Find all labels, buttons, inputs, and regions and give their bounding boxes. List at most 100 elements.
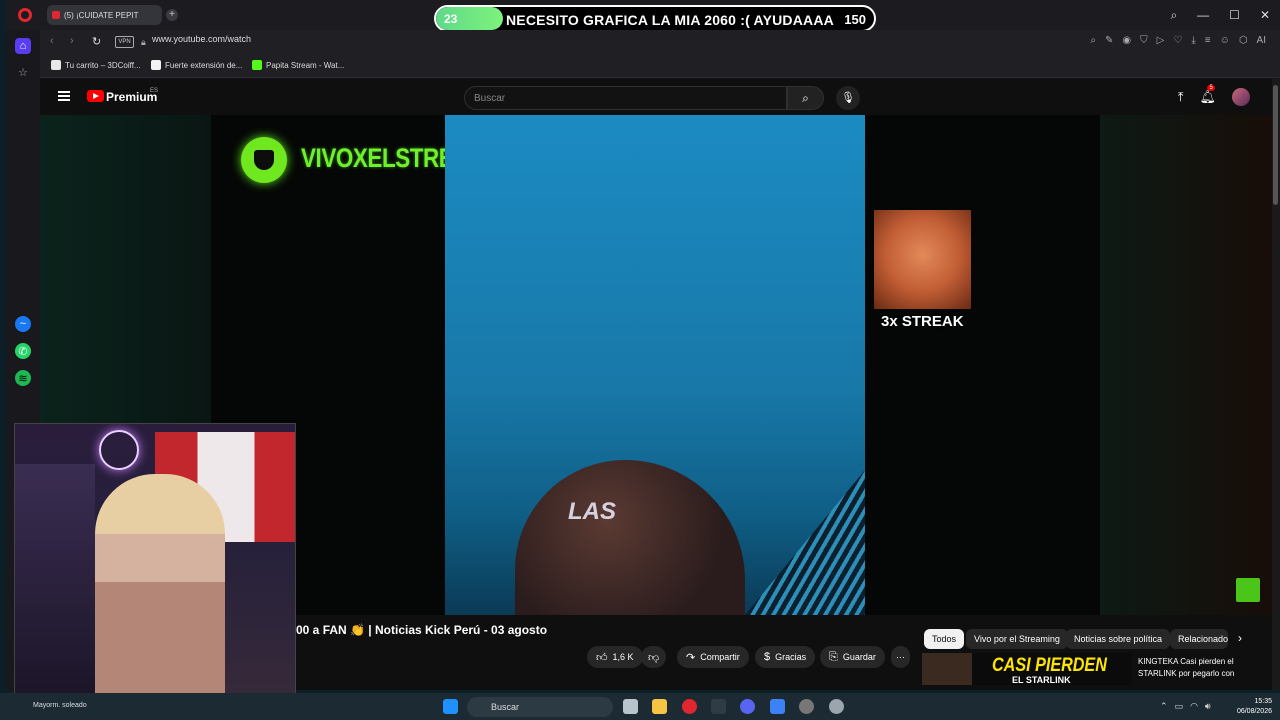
- search-button[interactable]: ⌕: [787, 86, 824, 110]
- vpn-badge[interactable]: VPN: [115, 36, 134, 48]
- task-view-icon[interactable]: [623, 699, 638, 714]
- ai-icon[interactable]: AI: [1257, 35, 1266, 46]
- thumbnail-subtext: EL STARLINK: [1012, 675, 1071, 685]
- avatar[interactable]: [1232, 88, 1250, 106]
- save-button[interactable]: ⎘ Guardar: [820, 646, 885, 668]
- bookmark-item[interactable]: Fuerte extensión de...: [151, 60, 242, 70]
- chip-politics[interactable]: Noticias sobre política: [1066, 629, 1171, 649]
- dislike-button[interactable]: 👎︎: [641, 646, 667, 668]
- taskbar-search-input[interactable]: Buscar: [467, 697, 613, 717]
- bookmark-icon: ⎘: [829, 650, 838, 663]
- network-icon[interactable]: ▭: [1175, 701, 1184, 712]
- app-icon[interactable]: [711, 699, 726, 714]
- star-icon[interactable]: ☆: [15, 64, 31, 80]
- more-button[interactable]: ···: [891, 646, 910, 668]
- share-icon: ↷: [686, 651, 696, 664]
- goal-current: 23: [444, 12, 458, 26]
- forward-icon[interactable]: ›: [70, 35, 74, 47]
- bookmark-favicon-icon: [51, 60, 61, 70]
- toolbar-icons: ⌕ ✎ ◉ ⛉ ▷ ♡ ⤓ ≡ ☺ ⬡ AI: [1090, 35, 1266, 46]
- thanks-button[interactable]: $ Gracias: [755, 646, 816, 668]
- url-field[interactable]: www.youtube.com/watch: [152, 34, 251, 44]
- like-button[interactable]: 👍︎ 1,6 K: [587, 646, 643, 668]
- whatsapp-icon[interactable]: ✆: [15, 343, 31, 359]
- shield-icon[interactable]: ⛉: [1140, 35, 1148, 46]
- mic-icon[interactable]: 🎙︎: [836, 86, 860, 110]
- chip-all[interactable]: Todos: [924, 629, 965, 649]
- chevron-right-icon[interactable]: ›: [1238, 631, 1242, 645]
- video-player[interactable]: VIVOXELSTREAMING LAS 3x STREAK: [211, 115, 1100, 615]
- profile-icon[interactable]: ☺: [1220, 35, 1230, 46]
- notifications-bell-icon[interactable]: 🔔︎ 5: [1199, 85, 1216, 105]
- close-button[interactable]: ✕: [1260, 8, 1270, 23]
- camera-icon[interactable]: ◉: [1122, 35, 1131, 46]
- notification-count: 5: [1207, 85, 1215, 91]
- video-caption: LAS: [568, 498, 616, 525]
- settings-gear-icon[interactable]: [829, 699, 844, 714]
- system-tray: ⌃ ▭ ◠ 🔊︎: [1160, 701, 1211, 712]
- spotify-icon[interactable]: ≋: [15, 370, 31, 386]
- windows-taskbar: Mayorm. soleado ⌕ Buscar ⌃ ▭ ◠ 🔊︎ 15:35 …: [0, 693, 1280, 720]
- chip-streaming[interactable]: Vivo por el Streaming: [966, 629, 1068, 649]
- streak-label: 3x STREAK: [881, 313, 964, 330]
- heart-icon[interactable]: ♡: [1173, 35, 1182, 46]
- neon-planet-icon: [99, 430, 139, 470]
- zoom-icon[interactable]: ⌕: [1090, 35, 1096, 46]
- edit-icon[interactable]: ✎: [1105, 35, 1113, 46]
- video-title: 00 a FAN 👏 | Noticias Kick Perú - 03 ago…: [296, 623, 548, 637]
- goal-text: NECESITO GRAFICA LA MIA 2060 :( AYUDAAAA: [506, 12, 834, 28]
- discord-icon[interactable]: [740, 699, 755, 714]
- youtube-favicon-icon: [52, 11, 60, 19]
- app-icon[interactable]: [770, 699, 785, 714]
- kick-favicon-icon: [252, 60, 262, 70]
- address-bar: ‹ › ↻ VPN 🔒︎ www.youtube.com/watch ⌕ ✎ ◉…: [40, 30, 1280, 56]
- menu-icon[interactable]: ≡: [1205, 35, 1211, 46]
- minimize-button[interactable]: —: [1197, 8, 1209, 23]
- player-background-right: [1100, 115, 1272, 615]
- bookmark-item[interactable]: Tu carrito – 3DCoiff...: [51, 60, 141, 70]
- extensions-icon[interactable]: ⬡: [1239, 35, 1248, 46]
- header-actions: ⤒ 🔔︎ 5: [1178, 85, 1250, 106]
- recommended-thumbnail[interactable]: CASI PIERDEN EL STARLINK: [922, 653, 1132, 685]
- clock-date: 06/08/2026: [1236, 708, 1272, 715]
- region-label: ES: [150, 88, 159, 94]
- download-icon[interactable]: ⤓: [1191, 35, 1195, 46]
- hamburger-menu-icon[interactable]: [58, 91, 70, 101]
- back-icon[interactable]: ‹: [50, 35, 54, 47]
- share-button[interactable]: ↷ Compartir: [677, 646, 749, 668]
- window-controls: ⌕ — ☐ ✕: [1170, 8, 1270, 23]
- reload-icon[interactable]: ↻: [92, 35, 101, 48]
- scrollbar-thumb[interactable]: [1273, 85, 1278, 205]
- play-icon[interactable]: ▷: [1157, 35, 1165, 46]
- youtube-logo-icon[interactable]: [87, 90, 104, 102]
- weather-text[interactable]: Mayorm. soleado: [33, 702, 87, 709]
- windows-start-icon[interactable]: [443, 699, 458, 714]
- upload-icon[interactable]: ⤒: [1178, 89, 1184, 105]
- volume-icon[interactable]: 🔊︎: [1205, 701, 1211, 712]
- messenger-icon[interactable]: ~: [15, 316, 31, 332]
- search-tabs-icon[interactable]: ⌕: [1170, 8, 1177, 23]
- youtube-header: Premium ES Buscar ⌕ 🎙︎ ⤒ 🔔︎ 5: [40, 79, 1272, 117]
- thanks-icon: $: [764, 651, 771, 663]
- chip-related[interactable]: Relacionado: [1170, 629, 1228, 649]
- lock-icon: 🔒︎: [141, 37, 146, 47]
- channel-logo-icon: [241, 137, 287, 183]
- wifi-icon[interactable]: ◠: [1190, 701, 1198, 712]
- search-input[interactable]: Buscar: [464, 86, 787, 110]
- obs-icon[interactable]: [799, 699, 814, 714]
- recommended-title[interactable]: KINGTEKA Casi pierden el STARLINK por pe…: [1138, 656, 1248, 680]
- bookmark-item[interactable]: Papita Stream - Wat...: [252, 60, 344, 70]
- home-icon[interactable]: ⌂: [15, 38, 31, 54]
- video-zebra-background: [745, 470, 865, 615]
- streamer-webcam: [14, 423, 296, 708]
- opera-taskbar-icon[interactable]: [682, 699, 697, 714]
- opera-logo-icon[interactable]: [18, 8, 32, 22]
- taskbar-clock[interactable]: 15:35 06/08/2026: [1237, 697, 1272, 717]
- file-explorer-icon[interactable]: [652, 699, 667, 714]
- new-tab-button[interactable]: +: [166, 9, 178, 21]
- browser-tab[interactable]: (5) ¡CUIDATE PEPIT: [47, 5, 162, 25]
- maximize-button[interactable]: ☐: [1229, 8, 1240, 23]
- chevron-up-icon[interactable]: ⌃: [1160, 701, 1168, 712]
- tab-title: (5) ¡CUIDATE PEPIT: [64, 10, 139, 20]
- bookmarks-bar: Tu carrito – 3DCoiff... Fuerte extensión…: [40, 56, 1280, 78]
